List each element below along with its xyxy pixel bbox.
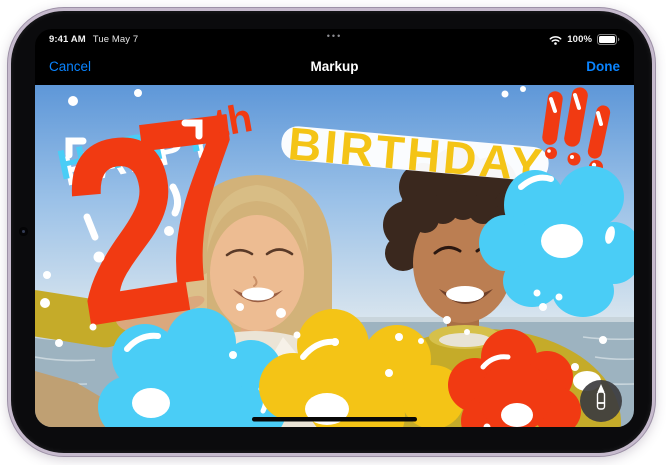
multitask-dots-icon[interactable]: ••• — [327, 32, 342, 41]
cancel-button[interactable]: Cancel — [49, 59, 91, 74]
pen-tool-button[interactable] — [580, 380, 622, 422]
status-date: Tue May 7 — [93, 34, 138, 45]
ipad-frame: 9:41 AM Tue May 7 ••• 100% — [8, 8, 655, 456]
screen: 9:41 AM Tue May 7 ••• 100% — [35, 29, 634, 427]
status-time: 9:41 AM — [49, 34, 86, 45]
battery-percent: 100% — [567, 34, 592, 45]
front-camera-icon — [19, 227, 28, 236]
battery-icon — [597, 34, 620, 45]
status-time-date: 9:41 AM Tue May 7 — [49, 34, 138, 45]
status-indicators: 100% — [549, 34, 620, 45]
page-title: Markup — [310, 59, 358, 74]
drawing-th-text: th — [211, 96, 256, 146]
home-indicator[interactable] — [252, 417, 417, 422]
wifi-icon — [549, 35, 562, 45]
markup-toolbar: Cancel Markup Done — [35, 48, 634, 85]
status-bar: 9:41 AM Tue May 7 ••• 100% — [35, 29, 634, 48]
screenshot: 9:41 AM Tue May 7 ••• 100% — [0, 0, 666, 465]
done-button[interactable]: Done — [586, 59, 620, 74]
markup-canvas[interactable]: HAPPY HAPPY 2 7 — [35, 85, 634, 427]
drawing-th: th — [211, 96, 256, 146]
